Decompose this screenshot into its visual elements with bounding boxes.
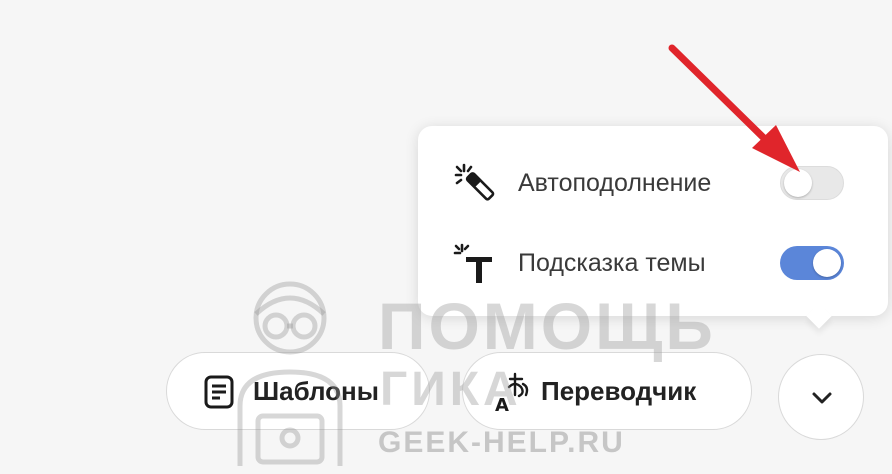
templates-label: Шаблоны — [253, 375, 379, 406]
menu-item-autocomplete[interactable]: Автоподолнение — [418, 148, 888, 218]
toggle-knob — [813, 249, 841, 277]
more-options-button[interactable] — [778, 354, 864, 440]
templates-button[interactable]: Шаблоны — [166, 352, 430, 430]
translator-button[interactable]: A Переводчик — [462, 352, 752, 430]
topic-hint-toggle[interactable] — [780, 246, 844, 280]
translate-icon: A — [495, 372, 529, 415]
translator-label: Переводчик — [541, 375, 697, 406]
autocomplete-label: Автоподолнение — [518, 168, 712, 197]
toggle-knob — [784, 169, 812, 197]
magic-wand-icon — [454, 163, 495, 201]
topic-hint-label: Подсказка темы — [518, 248, 706, 277]
sparkle-text-icon — [453, 243, 492, 283]
menu-item-topic-hint[interactable]: Подсказка темы — [418, 228, 888, 298]
svg-text:A: A — [495, 395, 509, 415]
watermark-url: GEEK-HELP.RU — [378, 426, 625, 459]
chevron-down-icon — [812, 392, 832, 404]
document-icon — [204, 375, 234, 409]
autocomplete-toggle[interactable] — [780, 166, 844, 200]
settings-popup: Автоподолнение Подсказка темы — [418, 126, 888, 316]
